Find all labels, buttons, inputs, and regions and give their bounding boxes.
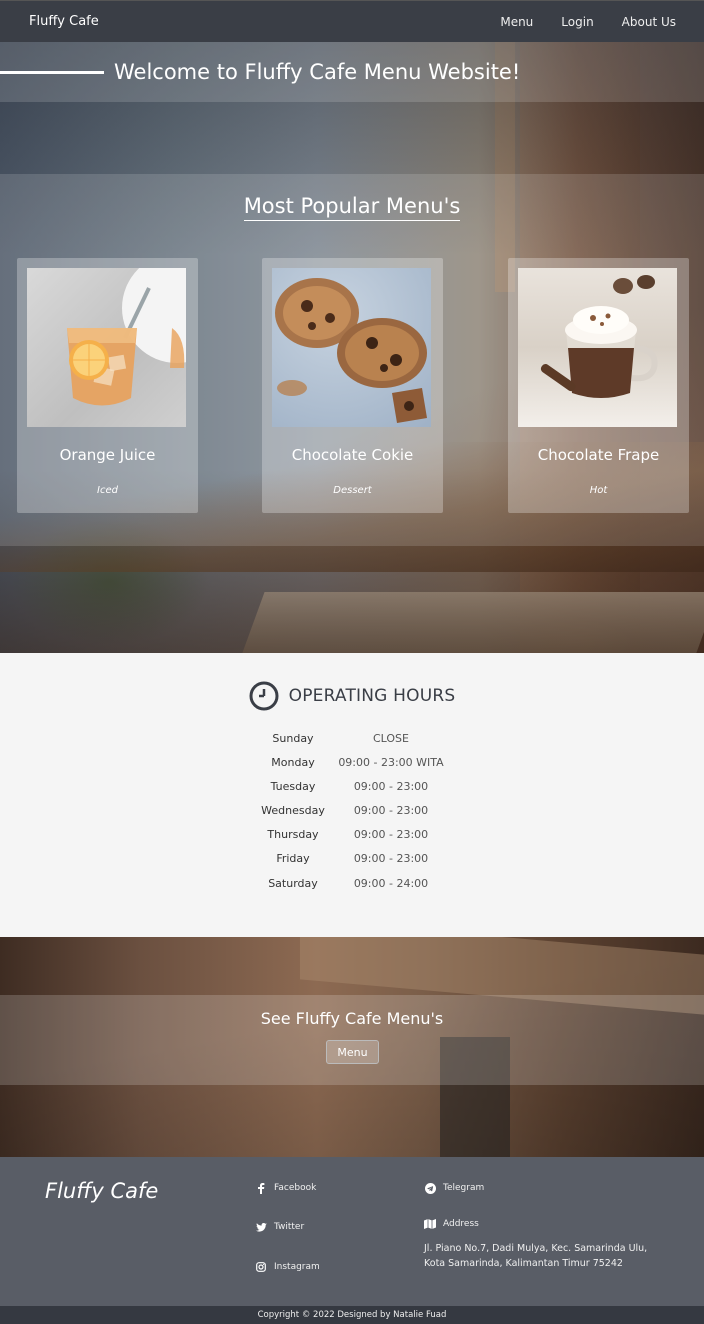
telegram-icon	[424, 1182, 436, 1194]
menu-card-category: Iced	[97, 485, 118, 496]
instagram-icon	[255, 1261, 267, 1273]
menu-card-category: Dessert	[333, 485, 372, 496]
nav-link-menu[interactable]: Menu	[500, 15, 533, 29]
hours-row-monday: Monday 09:00 - 23:00 WITA	[0, 756, 704, 776]
hours-row-tuesday: Tuesday 09:00 - 23:00	[0, 780, 704, 800]
twitter-icon	[255, 1221, 267, 1233]
facebook-icon	[255, 1182, 267, 1194]
operating-hours-title: OPERATING HOURS	[288, 686, 456, 706]
hours-day: Friday	[276, 852, 310, 865]
popular-menu-title-text: Most Popular Menu's	[243, 194, 461, 221]
telegram-link[interactable]: Telegram	[424, 1182, 484, 1194]
hours-row-wednesday: Wednesday 09:00 - 23:00	[0, 804, 704, 824]
menu-card-name: Chocolate Frape	[537, 446, 660, 464]
footer: Fluffy Cafe Facebook Twitter Instagram T…	[0, 1157, 704, 1306]
clock-icon	[249, 681, 279, 711]
hours-time: 09:00 - 23:00 WITA	[338, 756, 444, 769]
hero-section: Welcome to Fluffy Cafe Menu Website! Mos…	[0, 42, 704, 653]
hours-row-saturday: Saturday 09:00 - 24:00	[0, 877, 704, 897]
hours-time: CLOSE	[372, 732, 409, 745]
menu-button[interactable]: Menu	[326, 1040, 379, 1064]
hours-row-sunday: Sunday CLOSE	[0, 732, 704, 752]
twitter-label: Twitter	[274, 1222, 305, 1232]
hours-time: 09:00 - 24:00	[353, 877, 429, 890]
menu-card-name: Chocolate Cokie	[291, 446, 414, 464]
address-line-2: Kota Samarinda, Kalimantan Timur 75242	[424, 1258, 623, 1269]
popular-menu-title: Most Popular Menu's	[0, 194, 704, 221]
menu-card-orange-juice[interactable]: Orange Juice Iced	[17, 258, 198, 513]
brand-link[interactable]: Fluffy Cafe	[29, 14, 99, 29]
twitter-link[interactable]: Twitter	[255, 1221, 304, 1233]
hours-row-friday: Friday 09:00 - 23:00	[0, 852, 704, 872]
address-line-1: Jl. Piano No.7, Dadi Mulya, Kec. Samarin…	[424, 1243, 648, 1254]
address-label: Address	[443, 1219, 479, 1229]
address-heading: Address	[424, 1218, 479, 1230]
welcome-title: Welcome to Fluffy Cafe Menu Website!	[114, 60, 521, 84]
address-text: Jl. Piano No.7, Dadi Mulya, Kec. Samarin…	[424, 1241, 684, 1271]
hours-time: 09:00 - 23:00	[353, 780, 429, 793]
menu-card-chocolate-cokie[interactable]: Chocolate Cokie Dessert	[262, 258, 443, 513]
telegram-label: Telegram	[443, 1183, 485, 1193]
nav-links: Menu Login About Us	[472, 15, 676, 29]
facebook-link[interactable]: Facebook	[255, 1182, 316, 1194]
hours-day: Wednesday	[261, 804, 325, 817]
see-menu-title: See Fluffy Cafe Menu's	[260, 1009, 444, 1028]
orange-juice-photo	[27, 268, 186, 427]
chocolate-frape-photo	[518, 268, 677, 427]
hours-day: Monday	[271, 756, 315, 769]
welcome-banner: Welcome to Fluffy Cafe Menu Website!	[0, 42, 704, 102]
hours-time: 09:00 - 23:00	[353, 804, 429, 817]
hours-day: Saturday	[268, 877, 318, 890]
facebook-label: Facebook	[274, 1183, 317, 1193]
instagram-label: Instagram	[274, 1262, 320, 1272]
popular-menu-section: Most Popular Menu's Orange Juice Iced Ch…	[0, 174, 704, 546]
hours-day: Thursday	[267, 828, 319, 841]
hours-row-thursday: Thursday 09:00 - 23:00	[0, 828, 704, 848]
nav-link-login[interactable]: Login	[561, 15, 593, 29]
operating-hours-section: OPERATING HOURS Sunday CLOSE Monday 09:0…	[0, 653, 704, 937]
navbar: Fluffy Cafe Menu Login About Us	[0, 0, 704, 42]
nav-link-about-us[interactable]: About Us	[622, 15, 676, 29]
hours-day: Tuesday	[270, 780, 316, 793]
map-icon	[424, 1218, 436, 1230]
hours-time: 09:00 - 23:00	[353, 828, 429, 841]
see-menu-banner: See Fluffy Cafe Menu's Menu	[0, 995, 704, 1085]
instagram-link[interactable]: Instagram	[255, 1261, 320, 1273]
menu-card-chocolate-frape[interactable]: Chocolate Frape Hot	[508, 258, 689, 513]
welcome-accent-line	[0, 70, 104, 74]
menu-card-category: Hot	[589, 485, 608, 496]
menu-card-name: Orange Juice	[59, 446, 156, 464]
chocolate-cookie-photo	[272, 268, 431, 427]
hours-day: Sunday	[272, 732, 314, 745]
hours-time: 09:00 - 23:00	[353, 852, 429, 865]
operating-hours-header: OPERATING HOURS	[0, 681, 704, 711]
see-menu-section: See Fluffy Cafe Menu's Menu	[0, 937, 704, 1157]
copyright-bar: Copyright © 2022 Designed by Natalie Fua…	[0, 1306, 704, 1324]
footer-brand: Fluffy Cafe	[45, 1179, 159, 1203]
